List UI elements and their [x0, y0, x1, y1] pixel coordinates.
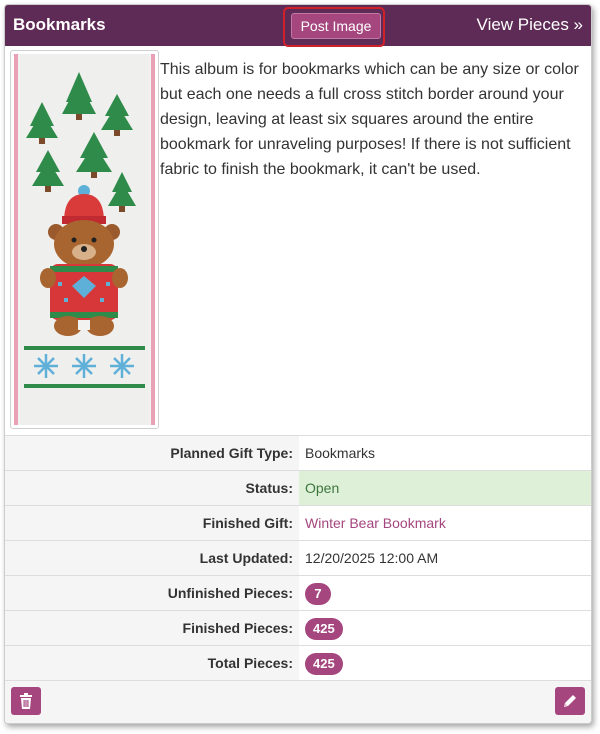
table-row: Finished Gift: Winter Bear Bookmark — [5, 506, 591, 541]
album-title: Bookmarks — [13, 15, 106, 34]
unfinished-pieces-label: Unfinished Pieces: — [5, 576, 299, 610]
delete-button[interactable] — [11, 687, 41, 715]
details-table: Planned Gift Type: Bookmarks Status: Ope… — [5, 435, 591, 681]
finished-gift-label: Finished Gift: — [5, 506, 299, 540]
card-footer — [5, 681, 591, 723]
table-row: Status: Open — [5, 471, 591, 506]
unfinished-pieces-badge: 7 — [305, 583, 331, 606]
card-header: Bookmarks Post Image View Pieces » — [5, 5, 591, 47]
post-image-button[interactable]: Post Image — [291, 13, 381, 39]
table-row: Finished Pieces: 425 — [5, 611, 591, 646]
status-label: Status: — [5, 471, 299, 505]
finished-pieces-cell: 425 — [299, 611, 591, 645]
last-updated-value: 12/20/2025 12:00 AM — [305, 550, 439, 566]
status-value: Open — [299, 471, 591, 505]
planned-gift-type-label: Planned Gift Type: — [5, 436, 299, 470]
total-pieces-cell: 425 — [299, 646, 591, 680]
total-pieces-badge: 425 — [305, 653, 343, 676]
album-card: Bookmarks Post Image View Pieces » This … — [4, 4, 592, 724]
table-row: Total Pieces: 425 — [5, 646, 591, 681]
bookmark-image — [14, 54, 155, 425]
total-pieces-label: Total Pieces: — [5, 646, 299, 680]
pencil-icon — [564, 695, 576, 707]
trash-icon — [20, 693, 32, 709]
finished-pieces-badge: 425 — [305, 618, 343, 641]
table-row: Last Updated: 12/20/2025 12:00 AM — [5, 541, 591, 576]
unfinished-pieces-cell: 7 — [299, 576, 591, 610]
last-updated-label: Last Updated: — [5, 541, 299, 575]
album-description: This album is for bookmarks which can be… — [160, 61, 579, 178]
table-row: Planned Gift Type: Bookmarks — [5, 436, 591, 471]
edit-button[interactable] — [555, 687, 585, 715]
table-row: Unfinished Pieces: 7 — [5, 576, 591, 611]
bookmark-thumbnail[interactable] — [10, 50, 159, 429]
planned-gift-type-value: Bookmarks — [305, 445, 376, 461]
finished-gift-link[interactable]: Winter Bear Bookmark — [305, 515, 446, 531]
finished-pieces-label: Finished Pieces: — [5, 611, 299, 645]
view-pieces-link[interactable]: View Pieces » — [477, 15, 583, 35]
finished-gift-cell: Winter Bear Bookmark — [299, 506, 591, 540]
